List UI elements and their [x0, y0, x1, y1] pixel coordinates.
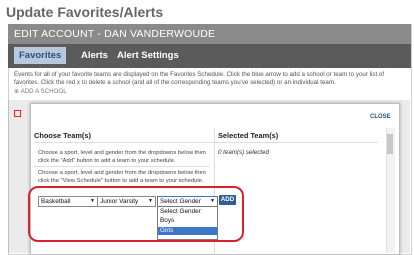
close-button[interactable]: CLOSE — [370, 114, 391, 120]
scrollbar-thumb[interactable] — [387, 134, 393, 154]
tab-alert-settings[interactable]: Alert Settings — [112, 47, 184, 64]
help-text-add: Choose a sport, level and gender from th… — [38, 150, 206, 164]
selected-count: 0 team(s) selected — [218, 149, 269, 156]
red-highlight-annotation — [28, 186, 244, 242]
row-divider — [34, 166, 210, 167]
tab-favorites[interactable]: Favorites — [14, 47, 67, 64]
choose-teams-header: Choose Team(s) — [34, 131, 91, 140]
page-title: Update Favorites/Alerts — [6, 4, 164, 20]
tabs-bar — [8, 44, 411, 68]
add-school-link[interactable]: ⊕ ADD A SCHOOL — [14, 88, 67, 95]
favorites-info-text: Events for all of your favorite teams ar… — [14, 71, 385, 86]
edit-account-header: EDIT ACCOUNT - DAN VANDERWOUDE — [8, 24, 411, 44]
selected-teams-header: Selected Team(s) — [218, 131, 279, 140]
header-divider — [34, 142, 378, 143]
help-text-view-schedule: Choose a sport, level and gender from th… — [38, 170, 206, 184]
tab-alerts[interactable]: Alerts — [76, 47, 113, 64]
add-school-label: ADD A SCHOOL — [20, 88, 67, 95]
delete-school-icon[interactable] — [14, 110, 21, 117]
